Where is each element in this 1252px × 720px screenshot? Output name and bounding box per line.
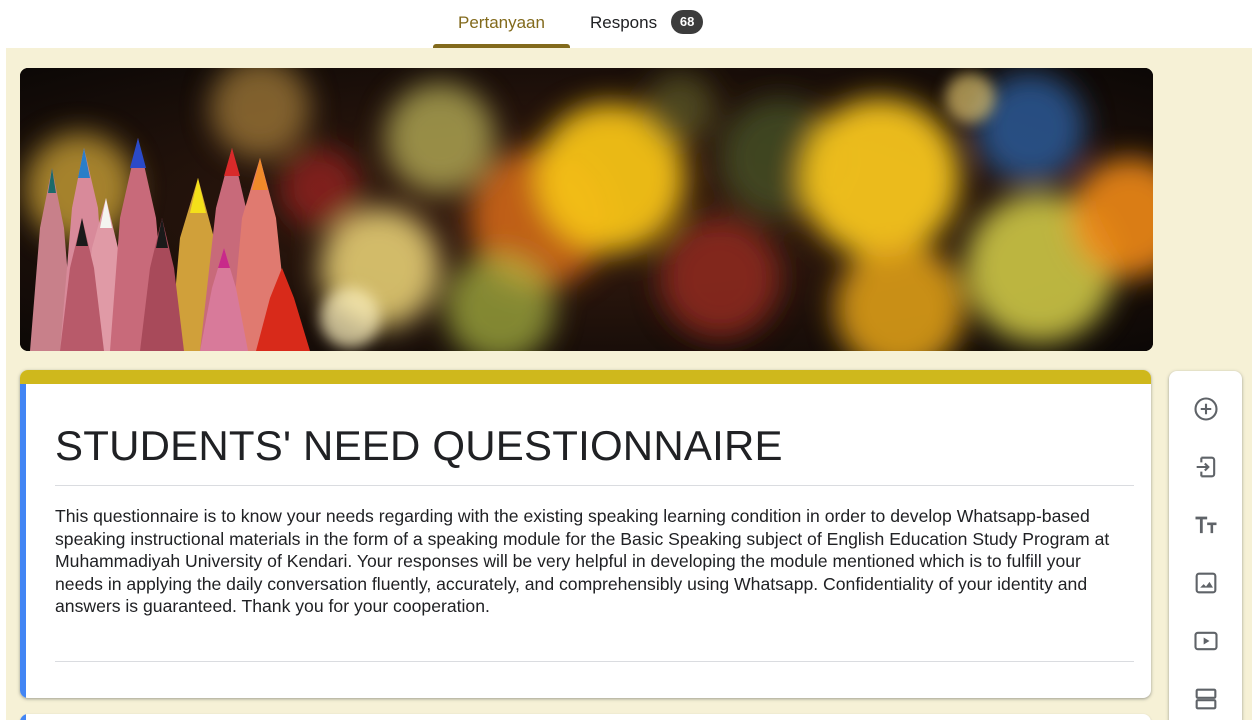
tab-bar: Pertanyaan Respons 68 [0, 0, 1252, 48]
add-question-icon[interactable] [1190, 393, 1222, 425]
form-title[interactable]: STUDENTS' NEED QUESTIONNAIRE [55, 422, 783, 470]
add-image-icon[interactable] [1190, 567, 1222, 599]
card-accent-bar [20, 370, 1151, 384]
tab-questions-label: Pertanyaan [458, 13, 545, 32]
tab-responses-label: Respons [590, 13, 658, 32]
focus-indicator [20, 714, 26, 720]
floating-toolbar [1169, 371, 1242, 720]
responses-count-badge: 68 [671, 9, 704, 34]
header-image [20, 68, 1153, 351]
add-section-icon[interactable] [1190, 683, 1222, 715]
focus-indicator [20, 384, 26, 698]
add-title-icon[interactable] [1190, 509, 1222, 541]
tab-responses[interactable]: Respons 68 [590, 0, 730, 48]
bokeh-pencils-image [20, 68, 1153, 351]
next-question-card[interactable] [20, 714, 1151, 720]
form-description[interactable]: This questionnaire is to know your needs… [55, 505, 1115, 618]
title-divider [55, 485, 1134, 486]
description-divider [55, 661, 1134, 662]
import-questions-icon[interactable] [1190, 451, 1222, 483]
add-video-icon[interactable] [1190, 625, 1222, 657]
form-title-card[interactable]: STUDENTS' NEED QUESTIONNAIRE This questi… [20, 370, 1151, 698]
tab-questions[interactable]: Pertanyaan [433, 0, 570, 48]
